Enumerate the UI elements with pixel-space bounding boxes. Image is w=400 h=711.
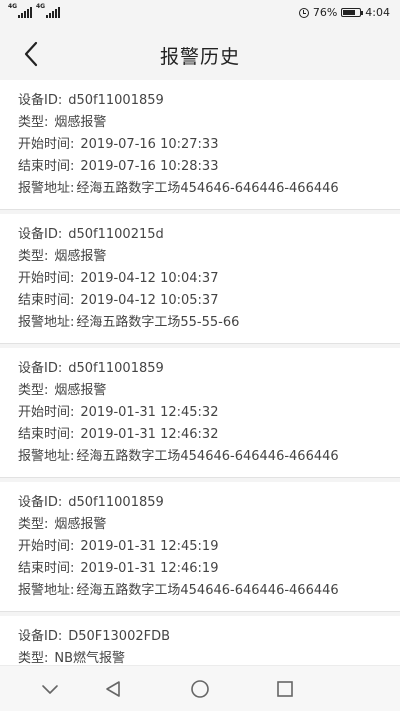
alarm-address-row: 报警地址: 经海五路数字工场454646-646446-466446 (18, 580, 400, 602)
square-recents-icon (277, 681, 293, 697)
device-id-row: 设备ID: d50f1100215d (18, 224, 400, 246)
end-time-value: 2019-01-31 12:46:19 (80, 561, 219, 576)
end-time-row: 结束时间: 2019-04-12 10:05:37 (18, 290, 400, 312)
alarm-record-card[interactable]: 设备ID: D50F13002FDB 类型: NB燃气报警 (0, 616, 400, 666)
alarm-type-label: 类型: (18, 115, 49, 130)
device-id-label: 设备ID: (18, 227, 63, 242)
device-id-label: 设备ID: (18, 361, 63, 376)
alarm-type-value: 烟感报警 (54, 115, 107, 130)
device-id-value: d50f11001859 (68, 93, 164, 108)
alarm-type-row: 类型: 烟感报警 (18, 112, 400, 134)
alarm-type-row: 类型: NB燃气报警 (18, 648, 400, 666)
alarm-type-value: 烟感报警 (54, 383, 107, 398)
signal-icon: 4G (8, 3, 32, 18)
alarm-record-card[interactable]: 设备ID: d50f11001859 类型: 烟感报警开始时间: 2019-01-31 … (0, 482, 400, 612)
start-time-row: 开始时间: 2019-01-31 12:45:19 (18, 536, 400, 558)
collapse-nav-button[interactable] (39, 678, 61, 700)
end-time-label: 结束时间: (18, 561, 75, 576)
device-id-value: D50F13002FDB (68, 629, 171, 644)
signal-label: 4G (8, 3, 18, 10)
alarm-record-card[interactable]: 设备ID: d50f1100215d 类型: 烟感报警开始时间: 2019-04-12 … (0, 214, 400, 344)
status-bar: 4G 4G 76% 4:04 (0, 0, 400, 28)
end-time-label: 结束时间: (18, 159, 75, 174)
device-id-label: 设备ID: (18, 629, 63, 644)
alarm-record-card[interactable]: 设备ID: d50f11001859 类型: 烟感报警开始时间: 2019-01-31 … (0, 348, 400, 478)
device-id-row: 设备ID: D50F13002FDB (18, 626, 400, 648)
alarm-type-label: 类型: (18, 249, 49, 264)
start-time-label: 开始时间: (18, 405, 75, 420)
start-time-label: 开始时间: (18, 137, 75, 152)
alarm-address-label: 报警地址: (18, 583, 75, 598)
alarm-type-value: 烟感报警 (54, 517, 107, 532)
alarm-type-value: NB燃气报警 (54, 651, 126, 666)
page-title: 报警历史 (159, 46, 240, 68)
nav-home-button[interactable] (189, 678, 211, 700)
alarm-type-row: 类型: 烟感报警 (18, 246, 400, 268)
alarm-address-label: 报警地址: (18, 315, 75, 330)
end-time-value: 2019-07-16 10:28:33 (80, 159, 219, 174)
end-time-row: 结束时间: 2019-01-31 12:46:32 (18, 424, 400, 446)
start-time-row: 开始时间: 2019-04-12 10:04:37 (18, 268, 400, 290)
alarm-type-row: 类型: 烟感报警 (18, 514, 400, 536)
circle-home-icon (191, 680, 209, 698)
signal-icon: 4G (36, 3, 60, 18)
app-header: 报警历史 (0, 28, 400, 80)
device-id-row: 设备ID: d50f11001859 (18, 492, 400, 514)
triangle-back-icon (106, 681, 120, 697)
alarm-history-list[interactable]: 设备ID: d50f11001859 类型: 烟感报警 开始时间: 2019-07-16 … (0, 80, 400, 666)
alarm-address-label: 报警地址: (18, 181, 75, 196)
end-time-label: 结束时间: (18, 427, 75, 442)
device-id-label: 设备ID: (18, 495, 63, 510)
device-id-value: d50f11001859 (68, 495, 164, 510)
start-time-label: 开始时间: (18, 539, 75, 554)
start-time-label: 开始时间: (18, 271, 75, 286)
alarm-address-row: 报警地址: 经海五路数字工场55-55-66 (18, 312, 400, 334)
nav-recents-button[interactable] (274, 678, 296, 700)
navigation-bar (0, 665, 400, 711)
alarm-address-row: 报警地址: 经海五路数字工场454646-646446-466446 (18, 446, 400, 468)
alarm-address-label: 报警地址: (18, 449, 75, 464)
alarm-type-row: 类型: 烟感报警 (18, 380, 400, 402)
end-time-label: 结束时间: (18, 293, 75, 308)
device-id-value: d50f1100215d (68, 227, 164, 242)
battery-fill (343, 10, 356, 15)
alarm-type-value: 烟感报警 (54, 249, 107, 264)
device-id-row: 设备ID: d50f11001859 (18, 358, 400, 380)
signal-label: 4G (36, 3, 46, 10)
nav-back-button[interactable] (103, 678, 125, 700)
device-id-value: d50f11001859 (68, 361, 164, 376)
end-time-row: 结束时间: 2019-07-16 10:28:33 (18, 156, 400, 178)
start-time-value: 2019-07-16 10:27:33 (80, 137, 219, 152)
end-time-value: 2019-01-31 12:46:32 (80, 427, 219, 442)
status-right: 76% 4:04 (298, 6, 390, 19)
device-id-label: 设备ID: (18, 93, 63, 108)
start-time-row: 开始时间: 2019-07-16 10:27:33 (18, 134, 400, 156)
alarm-clock-icon (298, 7, 309, 18)
alarm-record-card[interactable]: 设备ID: d50f11001859 类型: 烟感报警开始时间: 2019-07-16 … (0, 80, 400, 210)
battery-icon (341, 8, 364, 17)
alarm-address-value: 经海五路数字工场454646-646446-466446 (76, 583, 339, 598)
end-time-row: 结束时间: 2019-01-31 12:46:19 (18, 558, 400, 580)
chevron-down-icon (42, 685, 58, 694)
start-time-value: 2019-01-31 12:45:19 (80, 539, 219, 554)
alarm-address-row: 报警地址: 经海五路数字工场454646-646446-466446 (18, 178, 400, 200)
screen: 4G 4G 76% 4:04 报警历史 设备ID: d50f11001859 类型: (0, 0, 400, 711)
status-time: 4:04 (365, 6, 390, 19)
start-time-row: 开始时间: 2019-01-31 12:45:32 (18, 402, 400, 424)
alarm-address-value: 经海五路数字工场454646-646446-466446 (76, 181, 339, 196)
start-time-value: 2019-01-31 12:45:32 (80, 405, 219, 420)
end-time-value: 2019-04-12 10:05:37 (80, 293, 219, 308)
alarm-address-value: 经海五路数字工场454646-646446-466446 (76, 449, 339, 464)
battery-percent: 76% (312, 6, 338, 19)
alarm-type-label: 类型: (18, 383, 49, 398)
alarm-address-value: 经海五路数字工场55-55-66 (76, 315, 240, 330)
signal-indicators: 4G 4G (8, 3, 60, 18)
start-time-value: 2019-04-12 10:04:37 (80, 271, 219, 286)
alarm-type-label: 类型: (18, 517, 49, 532)
alarm-type-label: 类型: (18, 651, 49, 666)
device-id-row: 设备ID: d50f11001859 (18, 90, 400, 112)
